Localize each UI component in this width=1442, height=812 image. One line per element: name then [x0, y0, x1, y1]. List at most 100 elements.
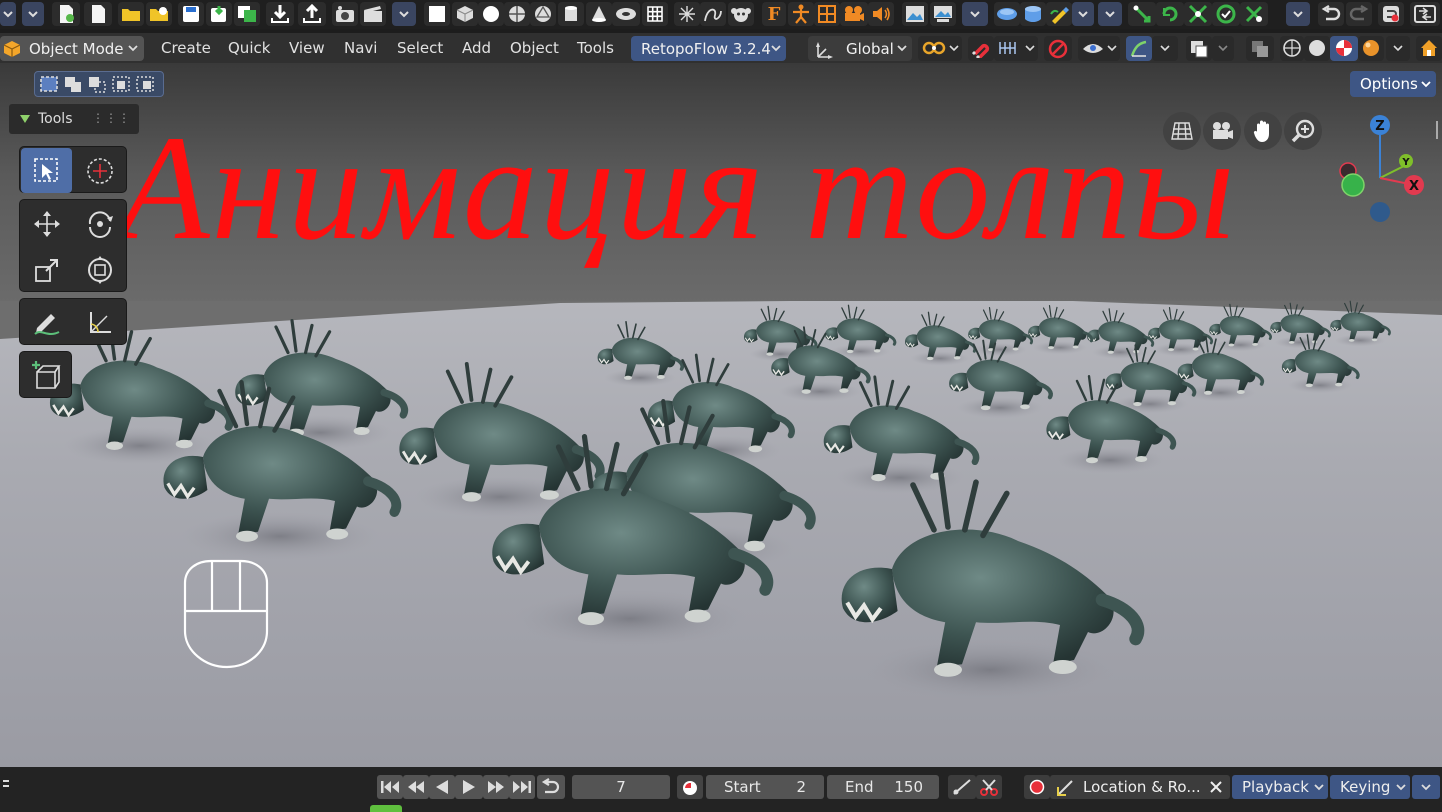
save-icon[interactable] — [178, 2, 204, 26]
file-icon[interactable] — [84, 2, 112, 26]
undo-history-icon[interactable] — [1378, 2, 1404, 26]
camera-view-button[interactable] — [1203, 112, 1241, 150]
transform-tool[interactable] — [74, 247, 125, 292]
jump-end-button[interactable] — [509, 775, 535, 799]
gizmo-neg-y-axis[interactable] — [1341, 173, 1365, 197]
toggle-ortho-button[interactable] — [1163, 112, 1201, 150]
surface-icon[interactable] — [994, 2, 1020, 26]
constraint-icon[interactable] — [1128, 2, 1156, 26]
curve-icon[interactable] — [700, 2, 726, 26]
select-box-tool[interactable] — [21, 148, 72, 193]
text-icon[interactable]: F — [762, 2, 786, 26]
end-frame-field[interactable]: End 150 — [827, 775, 939, 799]
transform-orientation-dropdown[interactable]: Global — [808, 36, 912, 61]
menu-view[interactable]: View — [289, 39, 325, 57]
jump-keyframe-forward-button[interactable] — [483, 775, 509, 799]
overlays-dropdown[interactable] — [1212, 36, 1234, 61]
scroll-handle[interactable] — [1436, 121, 1438, 139]
menu-dropdown-button[interactable] — [0, 2, 16, 26]
save-as-icon[interactable] — [206, 2, 232, 26]
new-file-icon[interactable] — [52, 2, 80, 26]
cube-icon[interactable] — [452, 2, 478, 26]
plane-icon[interactable] — [424, 2, 450, 26]
loop-button[interactable] — [537, 775, 565, 799]
edit-dropdown-button[interactable] — [1286, 2, 1310, 26]
menu-select[interactable]: Select — [397, 39, 443, 57]
save-copy-icon[interactable] — [234, 2, 260, 26]
retopoflow-menu[interactable]: RetopoFlow 3.2.4 — [631, 36, 786, 61]
gizmo-neg-z-axis[interactable] — [1370, 202, 1390, 222]
add-cube-tool[interactable] — [21, 353, 72, 398]
select-subtract-icon[interactable] — [87, 75, 107, 93]
object-dropdown-button[interactable] — [962, 2, 988, 26]
overlays-toggle[interactable] — [1186, 36, 1212, 61]
file-dropdown-button[interactable] — [22, 2, 44, 26]
undo-icon[interactable] — [1318, 2, 1344, 26]
import-icon[interactable] — [266, 2, 294, 26]
add-dropdown-button[interactable] — [1072, 2, 1094, 26]
render-dropdown-button[interactable] — [392, 2, 416, 26]
cone-icon[interactable] — [586, 2, 612, 26]
sphere-icon[interactable] — [478, 2, 504, 26]
gizmo-toggle[interactable] — [1126, 36, 1152, 61]
jump-keyframe-back-button[interactable] — [403, 775, 429, 799]
redo-icon[interactable] — [1346, 2, 1372, 26]
menu-add[interactable]: Add — [462, 39, 491, 57]
camera-icon[interactable] — [840, 2, 868, 26]
render-anim-icon[interactable] — [360, 2, 386, 26]
gizmo-dropdown[interactable] — [1152, 36, 1178, 61]
select-intersect-icon[interactable] — [135, 75, 155, 93]
open-recent-icon[interactable] — [146, 2, 172, 26]
gpencil-icon[interactable] — [1046, 2, 1072, 26]
delete-keyframe-button[interactable] — [976, 775, 1002, 799]
measure-tool[interactable] — [74, 300, 125, 345]
shading-solid[interactable] — [1304, 36, 1330, 61]
zoom-view-button[interactable] — [1284, 112, 1322, 150]
image-icon[interactable] — [902, 2, 928, 26]
select-circle-tool[interactable] — [74, 148, 125, 193]
window-icon[interactable] — [1410, 2, 1440, 26]
play-button[interactable] — [455, 775, 483, 799]
cylinder-icon[interactable] — [558, 2, 584, 26]
mode-selector[interactable]: Object Mode — [0, 36, 144, 61]
view-dropdown[interactable] — [1412, 775, 1440, 799]
menu-navi[interactable]: Navi — [344, 39, 377, 57]
speaker-icon[interactable] — [868, 2, 894, 26]
proportional-editing-toggle[interactable] — [1044, 36, 1072, 61]
export-icon[interactable] — [298, 2, 326, 26]
navigation-gizmo[interactable]: Z Y X — [1330, 113, 1430, 223]
play-reverse-button[interactable] — [429, 775, 455, 799]
meta-icon[interactable] — [1020, 2, 1046, 26]
pivot-point-dropdown[interactable] — [918, 36, 962, 61]
track-constraint-icon[interactable] — [1240, 2, 1268, 26]
snap-toggle[interactable] — [968, 36, 994, 61]
shading-material[interactable] — [1330, 36, 1358, 61]
rotate-tool[interactable] — [74, 201, 125, 246]
drag-grip-icon[interactable]: ⋮⋮⋮ — [92, 111, 131, 125]
ico-sphere-icon[interactable] — [530, 2, 556, 26]
tools-panel-header[interactable]: Tools ⋮⋮⋮ — [9, 104, 139, 134]
timeline-menu-icon[interactable] — [3, 780, 9, 794]
image-empty-icon[interactable] — [930, 2, 956, 26]
menu-object[interactable]: Object — [510, 39, 559, 57]
preview-range-toggle[interactable] — [677, 775, 703, 799]
scale-constraint-icon[interactable] — [1184, 2, 1212, 26]
select-invert-icon[interactable] — [111, 75, 131, 93]
grid-icon[interactable] — [642, 2, 668, 26]
empty-icon[interactable] — [674, 2, 700, 26]
object-types-dropdown[interactable] — [1078, 36, 1120, 61]
armature-icon[interactable] — [788, 2, 814, 26]
auto-keying-options[interactable] — [948, 775, 976, 799]
constraint-dropdown-button[interactable] — [1098, 2, 1122, 26]
home-button[interactable] — [1416, 36, 1442, 61]
shading-wireframe[interactable] — [1280, 36, 1304, 61]
close-icon[interactable] — [1210, 781, 1222, 793]
pan-view-button[interactable] — [1244, 112, 1282, 150]
playhead-marker[interactable] — [370, 805, 402, 812]
torus-icon[interactable] — [612, 2, 640, 26]
uv-sphere-icon[interactable] — [504, 2, 530, 26]
select-extend-icon[interactable] — [63, 75, 83, 93]
transform-constraint-icon[interactable] — [1212, 2, 1240, 26]
shading-dropdown[interactable] — [1386, 36, 1410, 61]
rotate-constraint-icon[interactable] — [1156, 2, 1184, 26]
